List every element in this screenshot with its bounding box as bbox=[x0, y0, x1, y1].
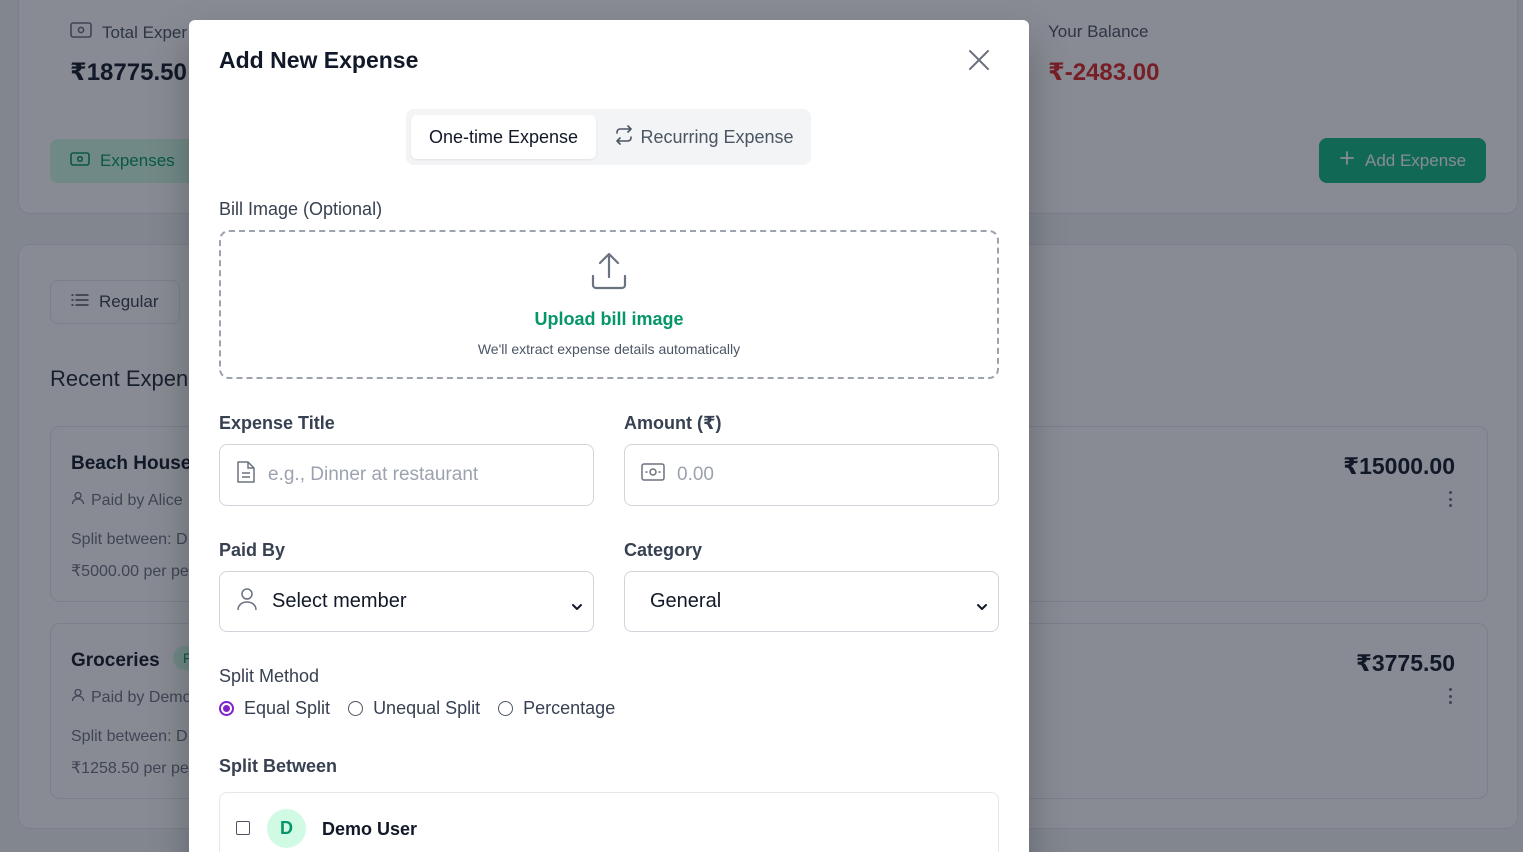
tab-one-time-expense[interactable]: One-time Expense bbox=[411, 115, 596, 159]
radio-button[interactable] bbox=[498, 701, 514, 716]
upload-subtitle: We'll extract expense details automatica… bbox=[477, 341, 741, 357]
split-between-list: D Demo User bbox=[219, 792, 999, 852]
tab-recurring-expense[interactable]: Recurring Expense bbox=[604, 115, 804, 159]
chevron-down-icon bbox=[571, 596, 583, 610]
paid-by-select[interactable]: Select member bbox=[219, 571, 594, 632]
modal-title: Add New Expense bbox=[219, 47, 419, 73]
radio-percentage[interactable]: Percentage bbox=[498, 698, 615, 719]
category-label: Category bbox=[624, 540, 703, 560]
amount-field[interactable]: 0.00 bbox=[624, 444, 999, 506]
close-icon[interactable] bbox=[966, 47, 992, 73]
amount-placeholder: 0.00 bbox=[677, 464, 714, 485]
split-method-options: Equal Split Unequal Split Percentage bbox=[219, 698, 615, 719]
chevron-down-icon bbox=[976, 596, 988, 610]
bill-upload-dropzone[interactable]: Upload bill image We'll extract expense … bbox=[219, 230, 999, 379]
amount-label: Amount (₹) bbox=[624, 413, 722, 433]
expense-title-field[interactable]: e.g., Dinner at restaurant bbox=[219, 444, 594, 506]
member-name: Demo User bbox=[322, 819, 418, 839]
radio-button[interactable] bbox=[348, 701, 364, 716]
upload-icon bbox=[591, 252, 627, 295]
category-value: General bbox=[650, 590, 722, 612]
split-between-label: Split Between bbox=[219, 756, 338, 776]
bill-image-label: Bill Image (Optional) bbox=[219, 199, 383, 219]
paid-by-label: Paid By bbox=[219, 540, 286, 560]
upload-title: Upload bill image bbox=[534, 309, 684, 329]
radio-button[interactable] bbox=[219, 701, 234, 716]
avatar: D bbox=[267, 809, 306, 848]
radio-equal-split[interactable]: Equal Split bbox=[219, 698, 330, 719]
expense-type-toggle: One-time Expense Recurring Expense bbox=[406, 109, 811, 165]
user-icon bbox=[236, 587, 258, 617]
add-expense-modal: Add New Expense One-time Expense Recurri… bbox=[189, 20, 1029, 852]
member-checkbox[interactable] bbox=[236, 821, 250, 835]
expense-title-label: Expense Title bbox=[219, 413, 335, 433]
category-select[interactable]: General bbox=[624, 571, 999, 632]
cash-icon bbox=[641, 463, 665, 487]
radio-unequal-split[interactable]: Unequal Split bbox=[348, 698, 480, 719]
repeat-icon bbox=[614, 124, 634, 150]
paid-by-value: Select member bbox=[272, 590, 407, 612]
split-method-label: Split Method bbox=[219, 666, 320, 686]
expense-title-placeholder: e.g., Dinner at restaurant bbox=[268, 464, 479, 485]
document-icon bbox=[236, 460, 256, 490]
